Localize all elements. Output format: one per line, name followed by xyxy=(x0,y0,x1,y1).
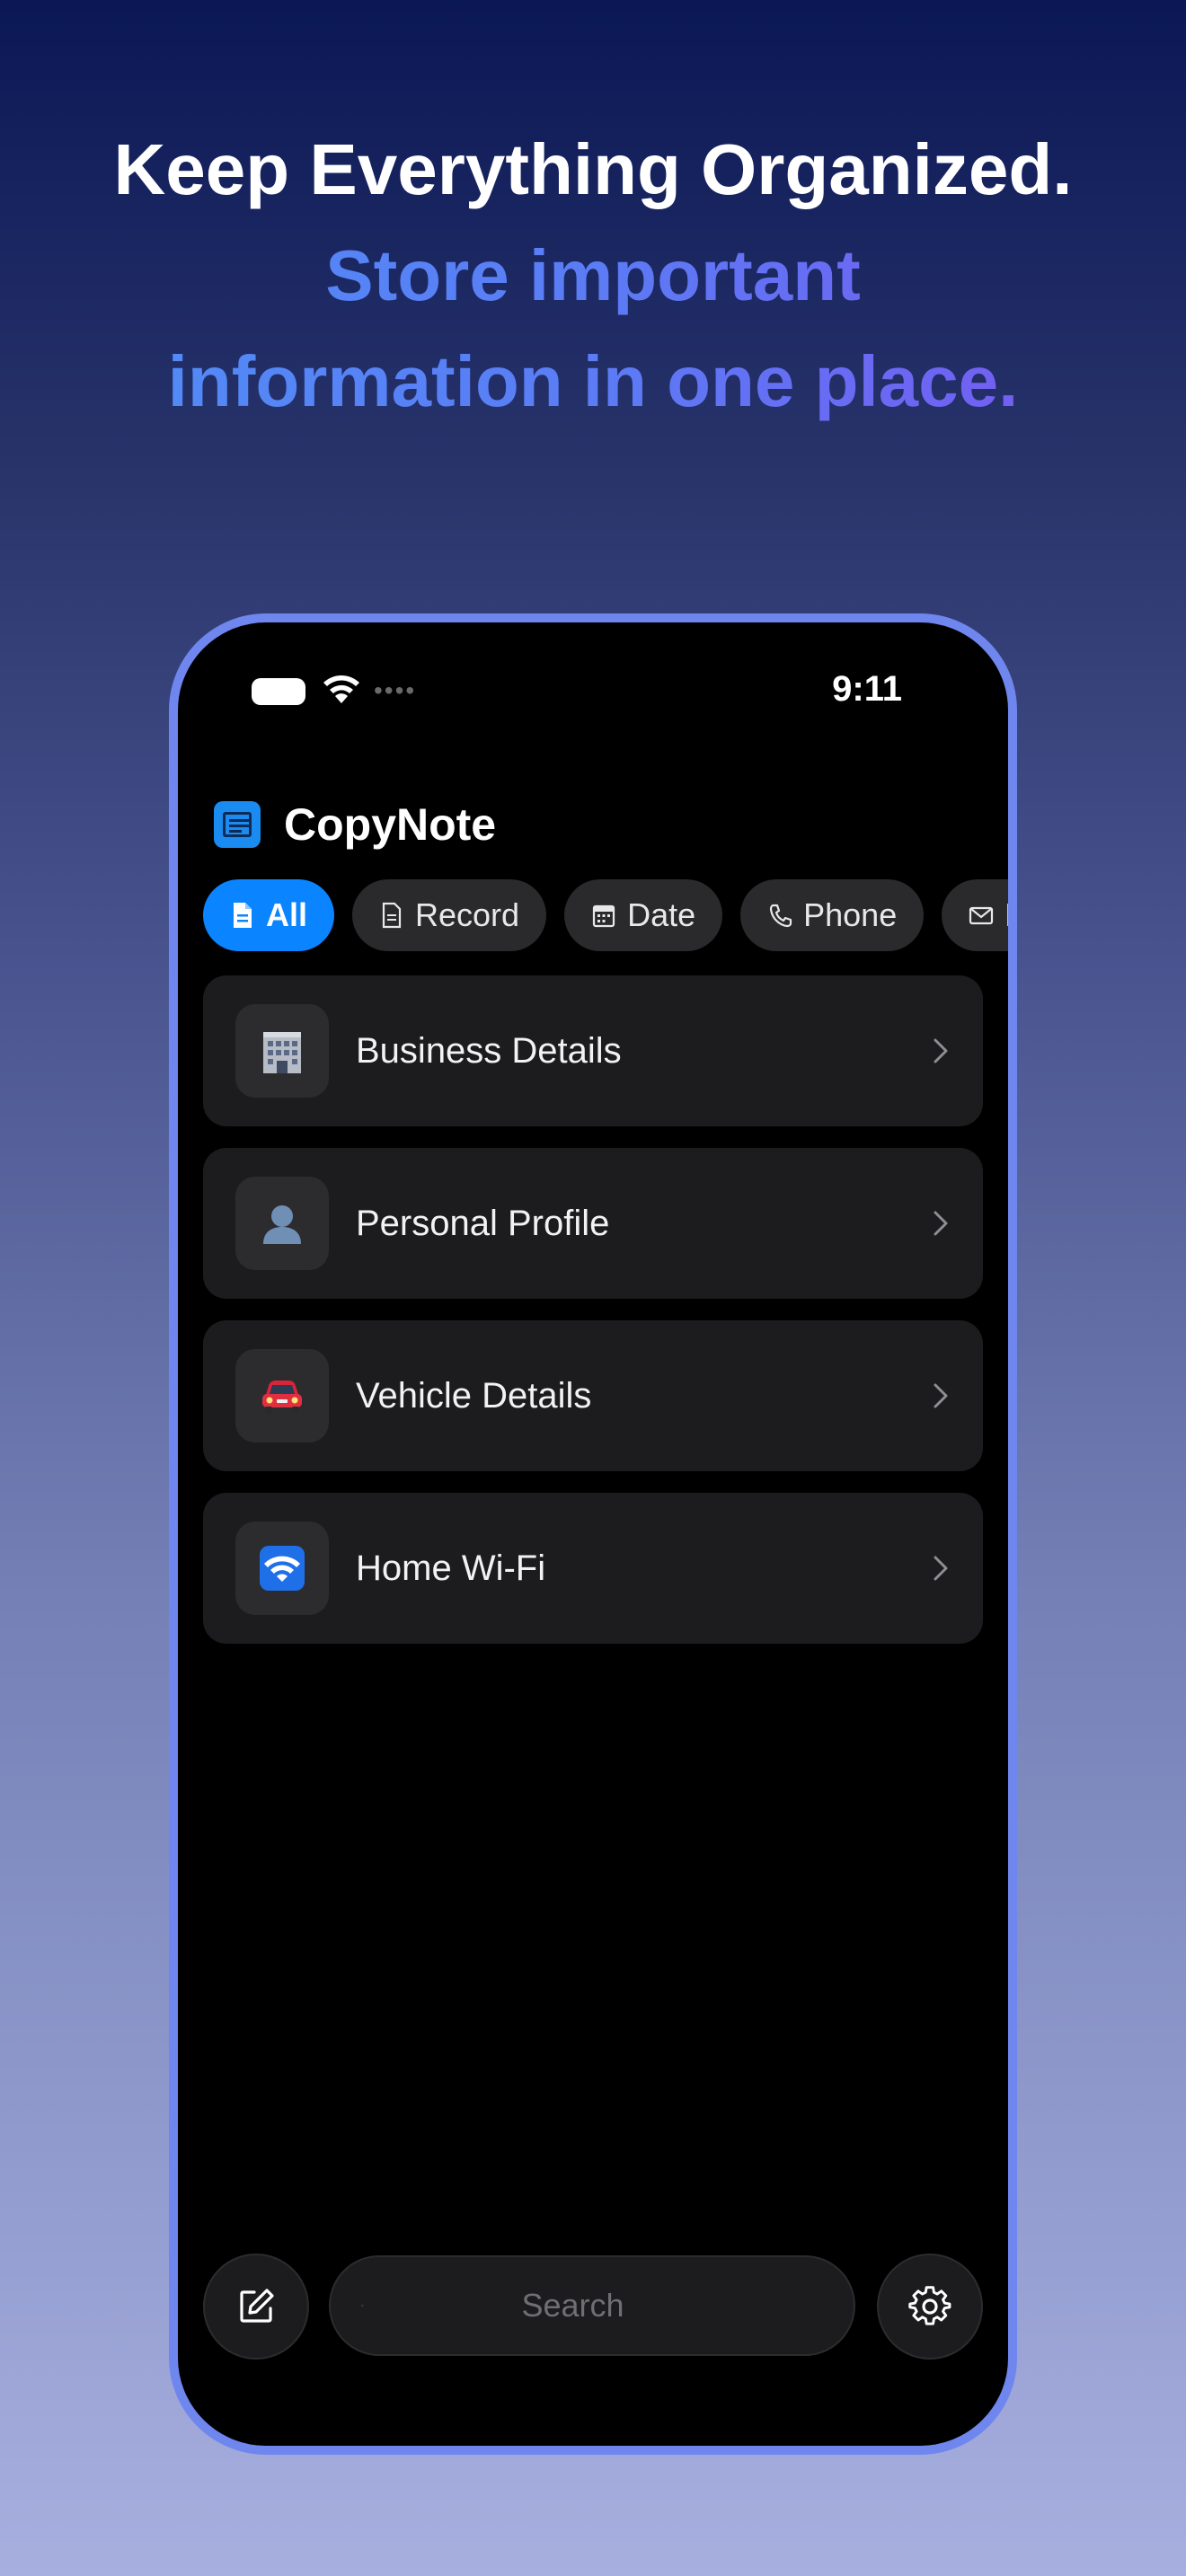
note-card-home-wifi[interactable]: Home Wi-Fi xyxy=(203,1493,983,1644)
headline-line-3: information in one place. xyxy=(0,329,1186,435)
search-input[interactable] xyxy=(364,2287,782,2325)
chevron-right-icon xyxy=(934,1038,948,1063)
note-title: Personal Profile xyxy=(356,1203,610,1243)
note-title: Home Wi-Fi xyxy=(356,1548,546,1588)
filter-chip-date[interactable]: Date xyxy=(564,879,723,951)
bottom-toolbar xyxy=(203,2254,983,2360)
battery-icon xyxy=(252,678,305,705)
app-title: CopyNote xyxy=(284,799,497,850)
chevron-right-icon xyxy=(934,1556,948,1581)
search-bar[interactable] xyxy=(329,2255,855,2356)
car-icon xyxy=(262,1381,302,1414)
filter-chip-label: E xyxy=(1005,896,1008,934)
envelope-icon xyxy=(969,906,994,925)
app-logo-icon xyxy=(214,801,261,848)
note-icon-tile xyxy=(235,1522,329,1615)
filter-chips: All Record Date Phone xyxy=(203,879,1008,951)
wifi-status-icon xyxy=(323,675,359,703)
phone-frame: •••• 9:11 CopyNote All Record Date Phone… xyxy=(169,613,1017,2455)
marketing-headline: Keep Everything Organized. Store importa… xyxy=(0,117,1186,435)
gear-icon xyxy=(908,2286,951,2325)
filter-chip-phone[interactable]: Phone xyxy=(740,879,925,951)
filter-chip-all[interactable]: All xyxy=(203,879,335,951)
record-icon xyxy=(382,902,402,929)
settings-button[interactable] xyxy=(877,2254,983,2360)
filter-chip-email[interactable]: E xyxy=(942,879,1008,951)
note-card-vehicle-details[interactable]: Vehicle Details xyxy=(203,1320,983,1471)
filter-chip-label: Phone xyxy=(803,896,898,933)
note-title: Business Details xyxy=(356,1030,622,1071)
note-icon-tile xyxy=(235,1177,329,1270)
office-building-icon xyxy=(263,1032,301,1073)
calendar-icon xyxy=(592,904,615,928)
note-title: Vehicle Details xyxy=(356,1375,592,1416)
filter-chip-label: Record xyxy=(415,896,520,933)
status-time: 9:11 xyxy=(832,669,902,709)
note-icon-tile xyxy=(235,1349,329,1442)
filter-chip-record[interactable]: Record xyxy=(352,879,547,951)
app-header: CopyNote xyxy=(214,793,496,856)
note-card-business-details[interactable]: Business Details xyxy=(203,975,983,1126)
person-silhouette-icon xyxy=(263,1205,301,1244)
note-icon-tile xyxy=(235,1004,329,1098)
phone-icon xyxy=(770,904,792,928)
compose-icon xyxy=(240,2289,274,2323)
chevron-right-icon xyxy=(934,1211,948,1236)
status-bar: •••• 9:11 xyxy=(178,622,1008,748)
note-card-personal-profile[interactable]: Personal Profile xyxy=(203,1148,983,1299)
notes-list: Business Details Personal Profile Vehicl… xyxy=(203,975,983,1665)
headline-line-1: Keep Everything Organized. xyxy=(113,129,1073,209)
wifi-icon xyxy=(260,1546,305,1591)
headline-line-2: Store important xyxy=(0,223,1186,329)
signal-dots: •••• xyxy=(374,676,417,704)
filter-chip-label: All xyxy=(266,896,308,933)
new-note-button[interactable] xyxy=(203,2254,309,2360)
filter-chip-label: Date xyxy=(627,896,696,933)
document-icon xyxy=(234,903,252,928)
chevron-right-icon xyxy=(934,1383,948,1408)
